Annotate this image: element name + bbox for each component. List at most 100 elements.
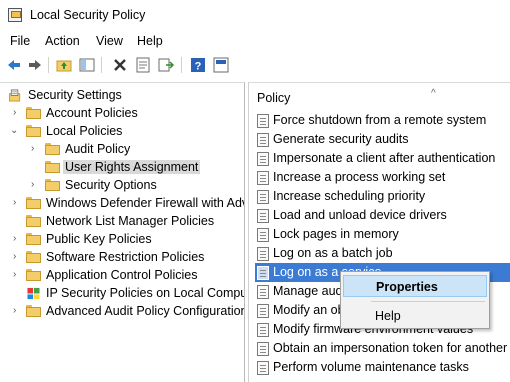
show-hide-tree-icon[interactable] [79, 57, 95, 73]
context-menu-properties[interactable]: Properties [343, 275, 487, 297]
chevron-right-icon[interactable]: › [31, 180, 41, 190]
tree-item-audit-policy[interactable]: › Audit Policy [0, 141, 244, 159]
tree-label: Security Options [65, 178, 157, 192]
policy-label: Impersonate a client after authenticatio… [273, 151, 496, 165]
policy-label: Force shutdown from a remote system [273, 113, 487, 127]
policy-icon [257, 361, 269, 375]
policy-row[interactable]: Lock pages in memory [255, 225, 510, 244]
tree-item-application-control-policies[interactable]: › Application Control Policies [0, 267, 244, 285]
policy-row[interactable]: Load and unload device drivers [255, 206, 510, 225]
policy-label: Load and unload device drivers [273, 208, 447, 222]
policy-icon [257, 114, 269, 128]
tree-item-software-restriction-policies[interactable]: › Software Restriction Policies [0, 249, 244, 267]
export-list-icon[interactable] [158, 57, 174, 73]
folder-icon [26, 251, 41, 264]
menu-help[interactable]: Help [137, 34, 163, 48]
context-menu-label: Properties [376, 280, 438, 294]
policy-icon [257, 228, 269, 242]
console-tree[interactable]: Security Settings › Account Policies ⌄ L… [0, 82, 245, 382]
folder-icon [26, 233, 41, 246]
back-arrow-icon[interactable] [6, 57, 22, 73]
tree-label: Local Policies [46, 124, 123, 138]
folder-icon [45, 161, 60, 174]
tree-item-security-settings[interactable]: Security Settings [0, 87, 244, 105]
toolbar-separator [181, 57, 182, 73]
policy-label: Generate security audits [273, 132, 409, 146]
window-title: Local Security Policy [30, 8, 146, 22]
policy-icon [257, 342, 269, 356]
chevron-right-icon[interactable]: › [31, 144, 41, 154]
delete-icon[interactable] [112, 57, 128, 73]
tree-item-network-list-manager-policies[interactable]: Network List Manager Policies [0, 213, 244, 231]
policy-icon [257, 152, 269, 166]
tree-label: Advanced Audit Policy Configuration [46, 304, 245, 318]
policy-icon [257, 323, 269, 337]
chevron-right-icon[interactable]: › [13, 198, 23, 208]
policy-label: Lock pages in memory [273, 227, 399, 241]
column-header-label: Policy [257, 91, 291, 105]
tree-item-local-policies[interactable]: ⌄ Local Policies [0, 123, 244, 141]
folder-icon [26, 269, 41, 282]
policy-column-header[interactable]: Policy ^ [257, 88, 436, 105]
policy-icon [257, 266, 269, 280]
help-icon[interactable]: ? [190, 57, 206, 73]
folder-icon [26, 197, 41, 210]
folder-open-icon [26, 125, 41, 138]
policy-label: Increase scheduling priority [273, 189, 426, 203]
policy-label: Obtain an impersonation token for anothe… [273, 341, 510, 355]
menu-file[interactable]: File [10, 34, 30, 48]
policy-row[interactable]: Impersonate a client after authenticatio… [255, 149, 510, 168]
policy-icon [257, 133, 269, 147]
menu-view[interactable]: View [96, 34, 123, 48]
policy-label: Log on as a batch job [273, 246, 393, 260]
toolbar-separator [48, 57, 49, 73]
policy-row[interactable]: Generate security audits [255, 130, 510, 149]
properties-icon[interactable] [135, 57, 151, 73]
policy-row[interactable]: Increase scheduling priority [255, 187, 510, 206]
up-folder-icon[interactable] [56, 57, 72, 73]
context-menu-help[interactable]: Help [343, 305, 487, 327]
tree-item-user-rights-assignment[interactable]: User Rights Assignment [0, 159, 244, 177]
tree-label: Public Key Policies [46, 232, 152, 246]
tree-label: Software Restriction Policies [46, 250, 205, 264]
folder-icon [45, 179, 60, 192]
tree-item-public-key-policies[interactable]: › Public Key Policies [0, 231, 244, 249]
tree-label: Audit Policy [65, 142, 131, 156]
title-bar: Local Security Policy [0, 0, 510, 30]
chevron-right-icon[interactable]: › [13, 234, 23, 244]
tree-label: Windows Defender Firewall with Adva [46, 196, 245, 210]
policy-icon [257, 285, 269, 299]
policy-row[interactable]: Perform volume maintenance tasks [255, 358, 510, 377]
tree-label: User Rights Assignment [63, 160, 201, 174]
policy-icon [257, 190, 269, 204]
chevron-right-icon[interactable]: › [13, 252, 23, 262]
tree-item-ip-security-policies[interactable]: IP Security Policies on Local Compute [0, 285, 244, 303]
chevron-down-icon[interactable]: ⌄ [10, 126, 20, 136]
tree-item-windows-defender-firewall[interactable]: › Windows Defender Firewall with Adva [0, 195, 245, 213]
folder-icon [45, 143, 60, 156]
tree-label: Security Settings [28, 88, 122, 102]
chevron-right-icon[interactable]: › [13, 306, 23, 316]
menu-action[interactable]: Action [45, 34, 80, 48]
security-settings-icon [8, 89, 21, 102]
policy-list-pane[interactable]: Policy ^ Force shutdown from a remote sy… [248, 82, 510, 382]
policy-label: Increase a process working set [273, 170, 446, 184]
console-icon[interactable] [213, 57, 229, 73]
policy-row[interactable]: Increase a process working set [255, 168, 510, 187]
policy-row[interactable]: Obtain an impersonation token for anothe… [255, 339, 510, 358]
tree-item-advanced-audit-policy-configuration[interactable]: › Advanced Audit Policy Configuration [0, 303, 245, 321]
folder-icon [26, 305, 41, 318]
policy-label: Manage aud [273, 284, 343, 298]
tree-item-account-policies[interactable]: › Account Policies [0, 105, 244, 123]
chevron-right-icon[interactable]: › [13, 270, 23, 280]
chevron-right-icon[interactable]: › [13, 108, 23, 118]
local-security-policy-icon [8, 8, 22, 22]
context-menu: Properties Help [340, 271, 490, 329]
tree-item-security-options[interactable]: › Security Options [0, 177, 244, 195]
forward-arrow-icon[interactable] [27, 57, 43, 73]
policy-icon [257, 209, 269, 223]
policy-row[interactable]: Log on as a batch job [255, 244, 510, 263]
policy-icon [257, 247, 269, 261]
tree-label: Application Control Policies [46, 268, 198, 282]
policy-row[interactable]: Force shutdown from a remote system [255, 111, 510, 130]
